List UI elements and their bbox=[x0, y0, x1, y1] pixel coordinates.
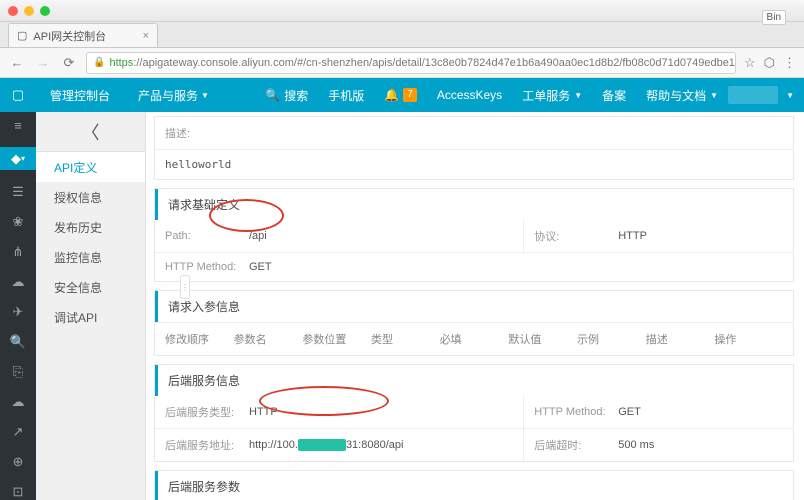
rail-icon[interactable]: ☁ bbox=[10, 274, 26, 290]
bell-icon: 🔔 bbox=[384, 88, 399, 102]
chevron-down-icon: ▼ bbox=[710, 91, 718, 100]
tab-favicon: ▢ bbox=[17, 29, 27, 42]
star-icon[interactable]: ☆ bbox=[744, 55, 756, 71]
desc-label: 描述: bbox=[165, 125, 237, 141]
url-rest: ://apigateway.console.aliyun.com/#/cn-sh… bbox=[133, 57, 736, 69]
protocol-label: 协议: bbox=[534, 228, 606, 244]
sidebar-item-api-def[interactable]: API定义 bbox=[36, 152, 145, 182]
protocol-value: HTTP bbox=[618, 230, 647, 242]
sidebar-item-label: 监控信息 bbox=[54, 249, 102, 266]
rail-icon[interactable]: ☰ bbox=[10, 184, 26, 200]
rail-icon[interactable]: 🔍 bbox=[10, 334, 26, 350]
sidebar-item-debug[interactable]: 调试API bbox=[36, 302, 145, 332]
method-label: HTTP Method: bbox=[165, 261, 237, 273]
url-input[interactable]: 🔒 https ://apigateway.console.aliyun.com… bbox=[86, 52, 736, 74]
backend-timeout-value: 500 ms bbox=[618, 439, 654, 451]
search-button[interactable]: 🔍 搜索 bbox=[255, 78, 318, 112]
nav-back-icon[interactable]: ← bbox=[8, 54, 26, 72]
rail-icon[interactable]: ⊡ bbox=[10, 484, 26, 500]
rail-icon[interactable]: ⎘ bbox=[10, 364, 26, 380]
sidebar-item-security[interactable]: 安全信息 bbox=[36, 272, 145, 302]
backend-method-value: GET bbox=[618, 406, 641, 418]
browser-tab[interactable]: ▢ API网关控制台 × bbox=[8, 23, 158, 47]
sidebar-item-history[interactable]: 发布历史 bbox=[36, 212, 145, 242]
collapse-handle[interactable]: ⋮ bbox=[180, 275, 190, 299]
window-close-dot[interactable] bbox=[8, 6, 18, 16]
chevron-down-icon: ▼ bbox=[201, 91, 209, 100]
backend-addr-label: 后端服务地址: bbox=[165, 437, 237, 453]
section-backend: 后端服务信息 bbox=[155, 365, 793, 396]
back-button[interactable]: 〈 bbox=[36, 112, 145, 152]
nav-reload-icon[interactable]: ⟳ bbox=[60, 54, 78, 72]
rail-active-icon[interactable]: ◆▾ bbox=[0, 147, 36, 170]
path-value: /api bbox=[249, 230, 267, 242]
mobile-link[interactable]: 手机版 bbox=[318, 78, 374, 112]
tab-close-icon[interactable]: × bbox=[143, 30, 149, 42]
rail-icon[interactable]: ↗ bbox=[10, 424, 26, 440]
chevron-down-icon: ▼ bbox=[574, 91, 582, 100]
sidebar-item-label: 授权信息 bbox=[54, 189, 102, 206]
rail-icon[interactable]: ⋔ bbox=[10, 244, 26, 260]
rail-icon[interactable]: ⊕ bbox=[10, 454, 26, 470]
accesskeys-link[interactable]: AccessKeys bbox=[427, 78, 512, 112]
beian-link[interactable]: 备案 bbox=[592, 78, 636, 112]
nav-forward-icon: → bbox=[34, 54, 52, 72]
icon-rail: ≡ ◆▾ ☰ ❀ ⋔ ☁ ✈ 🔍 ⎘ ☁ ↗ ⊕ ⊡ bbox=[0, 112, 36, 500]
rail-menu-icon[interactable]: ≡ bbox=[10, 118, 26, 133]
sidebar-item-monitor[interactable]: 监控信息 bbox=[36, 242, 145, 272]
param-table-head: 修改顺序 参数名 参数位置 类型 必填 默认值 示例 描述 操作 bbox=[155, 322, 793, 355]
notif-count: 7 bbox=[403, 88, 417, 102]
url-scheme: https bbox=[109, 57, 133, 69]
rail-icon[interactable]: ☁ bbox=[10, 394, 26, 410]
menu-icon[interactable]: ⋮ bbox=[783, 55, 796, 71]
rail-icon[interactable]: ❀ bbox=[10, 214, 26, 230]
chevron-down-icon: ▼ bbox=[786, 91, 794, 100]
main-panel: 描述: helloworld 请求基础定义 Path: /api 协议: HTT… bbox=[146, 112, 804, 500]
extension-icon[interactable]: ⬡ bbox=[764, 55, 775, 71]
window-min-dot[interactable] bbox=[24, 6, 34, 16]
side-nav: 〈 API定义 授权信息 发布历史 监控信息 安全信息 调试API bbox=[36, 112, 146, 500]
section-request-params: 请求入参信息 bbox=[155, 291, 793, 322]
sidebar-item-label: 安全信息 bbox=[54, 279, 102, 296]
backend-method-label: HTTP Method: bbox=[534, 406, 606, 418]
desc-value: helloworld bbox=[155, 150, 793, 179]
tab-title: API网关控制台 bbox=[33, 28, 106, 44]
workorder-menu[interactable]: 工单服务▼ bbox=[512, 78, 592, 112]
console-title[interactable]: 管理控制台 bbox=[36, 87, 124, 104]
sidebar-item-label: API定义 bbox=[54, 159, 97, 176]
user-account-pill[interactable] bbox=[728, 86, 778, 104]
method-value: GET bbox=[249, 261, 272, 273]
backend-type-label: 后端服务类型: bbox=[165, 404, 237, 420]
rail-icon[interactable]: ✈ bbox=[10, 304, 26, 320]
help-menu[interactable]: 帮助与文档▼ bbox=[636, 78, 728, 112]
backend-type-value: HTTP bbox=[249, 406, 278, 418]
window-max-dot[interactable] bbox=[40, 6, 50, 16]
backend-timeout-label: 后端超时: bbox=[534, 437, 606, 453]
sidebar-item-label: 调试API bbox=[54, 309, 97, 326]
products-menu[interactable]: 产品与服务▼ bbox=[124, 87, 223, 104]
path-label: Path: bbox=[165, 230, 237, 242]
sidebar-item-auth[interactable]: 授权信息 bbox=[36, 182, 145, 212]
bin-badge: Bin bbox=[762, 10, 786, 25]
section-request-base: 请求基础定义 bbox=[155, 189, 793, 220]
section-backend-params: 后端服务参数 bbox=[155, 471, 793, 500]
lock-icon: 🔒 bbox=[93, 57, 105, 68]
redacted-ip bbox=[298, 439, 346, 451]
backend-addr-value: http://100.31:8080/api bbox=[249, 439, 403, 451]
search-icon: 🔍 bbox=[265, 88, 280, 102]
aliyun-logo-icon[interactable]: ▢ bbox=[0, 78, 36, 112]
notifications[interactable]: 🔔 7 bbox=[374, 78, 427, 112]
sidebar-item-label: 发布历史 bbox=[54, 219, 102, 236]
